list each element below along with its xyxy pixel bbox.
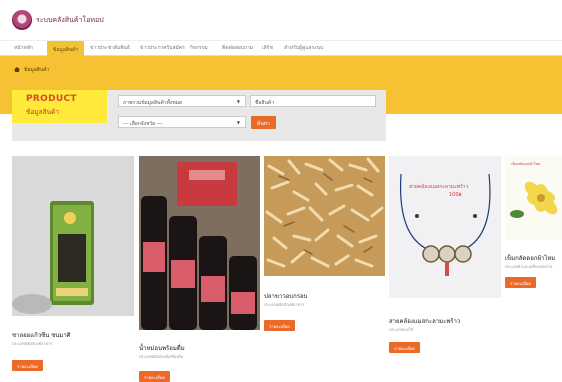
tea-box-image [12, 156, 134, 316]
product-detail-button[interactable]: รายละเอียด [264, 320, 295, 331]
product-category: ประเภทผลิตภัณฑ์อาหาร [264, 302, 305, 307]
product-photo-necklace[interactable]: สายคล้องแมสกะลามะพร้าว 100฿ [389, 156, 501, 298]
province-select[interactable]: --- เลือกจังหวัด --- ▼ [118, 116, 246, 128]
site-title[interactable]: ระบบคลังสินค้าโอทอป [36, 15, 104, 26]
necklace-photo-text: สายคล้องแมสกะลามะพร้าว [409, 184, 469, 190]
product-name[interactable]: น้ำหม่อนพร้อมดื่ม [139, 343, 185, 353]
nav-item-announcements[interactable]: ข่าวประกาศรับสมัคร [140, 44, 185, 52]
category-select[interactable]: ภาพรวมข้อมูลสินค้าทั้งหมด ▼ [118, 95, 246, 107]
product-name[interactable]: เข็มกลัดดอกผ้าไหม [505, 253, 555, 263]
product-subtitle: ข้อมูลสินค้า [26, 108, 60, 116]
nav-item-activities[interactable]: กิจกรรม [190, 44, 208, 52]
nav-item-products[interactable]: ข้อมูลสินค้า [47, 41, 85, 56]
product-detail-button[interactable]: รายละเอียด [505, 277, 536, 288]
chevron-down-icon: ▼ [236, 99, 240, 104]
search-button[interactable]: ค้นหา [251, 116, 276, 129]
keyword-input[interactable]: ชื่อสินค้า [250, 95, 376, 107]
product-photo-mulberry[interactable] [139, 156, 260, 330]
main-nav: หน้าหลัก ข้อมูลสินค้า ข่าวประชาสัมพันธ์ … [0, 40, 562, 56]
nav-item-admin[interactable]: สำหรับผู้ดูแลระบบ [284, 44, 323, 52]
product-name[interactable]: ปลาขาวอบกรอบ [264, 291, 307, 301]
product-photo-tea[interactable] [12, 156, 134, 316]
product-name[interactable]: ชาลอยแก้วซีน ชนมาศิ [12, 330, 71, 340]
nav-item-home[interactable]: หน้าหลัก [14, 44, 33, 52]
brooch-photo-text: เข็มกลัดดอกผ้าไหม [511, 162, 541, 166]
chevron-down-icon: ▼ [236, 120, 240, 125]
product-photo-fish[interactable] [264, 156, 385, 276]
category-select-value: ภาพรวมข้อมูลสินค้าทั้งหมด [123, 100, 183, 106]
product-photo-brooch[interactable]: เข็มกลัดดอกผ้าไหม [505, 156, 562, 240]
product-detail-button[interactable]: รายละเอียด [12, 360, 43, 371]
breadcrumb-current: ข้อมูลสินค้า [24, 67, 50, 73]
site-logo-icon[interactable] [12, 10, 32, 30]
product-name[interactable]: สายคล้องแมสกะลามะพร้าว [389, 316, 460, 326]
product-category: ประเภทของใช้ [389, 327, 413, 332]
necklace-photo-price: 100฿ [449, 192, 462, 198]
nav-item-news[interactable]: ข่าวประชาสัมพันธ์ [90, 44, 130, 52]
product-heading-box: PRODUCT ข้อมูลสินค้า [12, 90, 107, 123]
product-detail-button[interactable]: รายละเอียด [139, 371, 170, 382]
home-icon[interactable] [14, 67, 20, 72]
nav-item-contact[interactable]: ติดต่อสอบถาม [222, 44, 253, 52]
product-category: ประเภทผลิตภัณฑ์อาหาร [12, 341, 53, 346]
product-title: PRODUCT [26, 94, 77, 104]
nav-item-search[interactable]: เสิร์ช [262, 44, 273, 52]
brooch-image [505, 156, 562, 240]
bottles-image [139, 156, 260, 330]
site-header: ระบบคลังสินค้าโอทอป [0, 0, 562, 40]
product-detail-button[interactable]: รายละเอียด [389, 342, 420, 353]
product-category: ประเภทผ้าและเครื่องแต่งกาย [505, 264, 553, 269]
dried-fish-image [264, 156, 385, 276]
necklace-image [389, 156, 501, 298]
breadcrumb: ข้อมูลสินค้า [14, 66, 49, 74]
product-category: ประเภทผลิตภัณฑ์เครื่องดื่ม [139, 354, 183, 359]
province-select-value: --- เลือกจังหวัด --- [123, 121, 163, 127]
